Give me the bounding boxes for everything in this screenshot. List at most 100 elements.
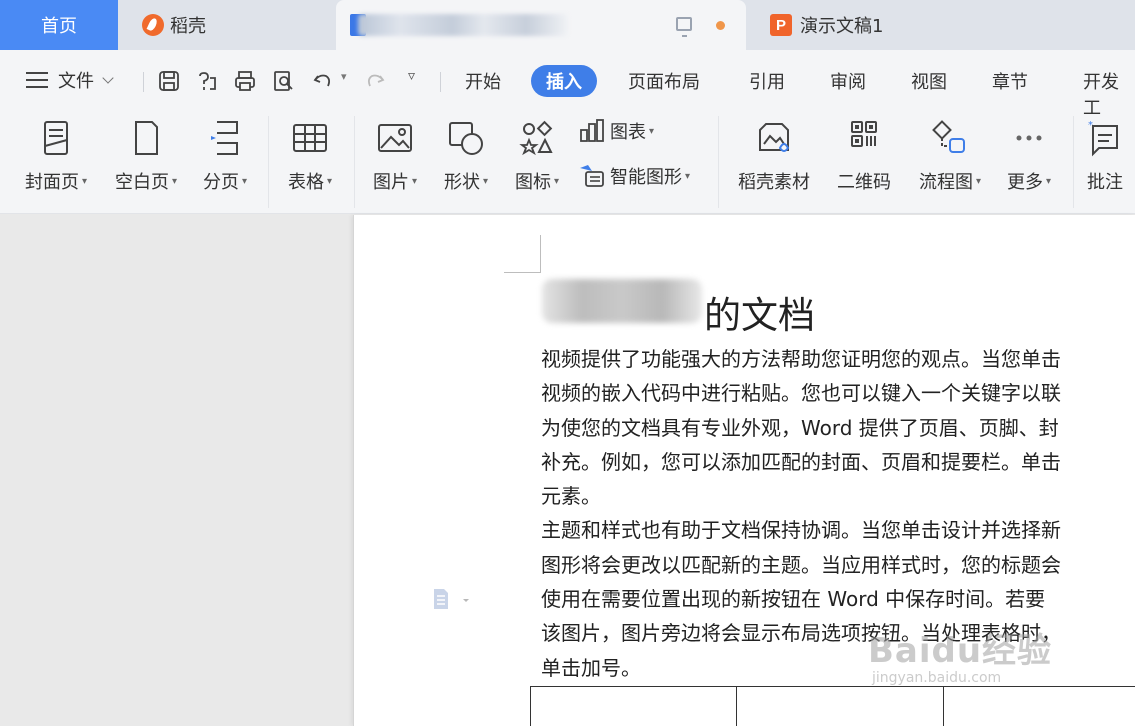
shape-label: 形状 — [443, 172, 480, 193]
separator — [440, 72, 441, 92]
daoke-material-button[interactable]: 稻壳素材 — [728, 116, 820, 194]
watermark-url: jingyan.baidu.com — [872, 670, 1002, 686]
qrcode-button[interactable]: 二维码 — [828, 116, 900, 194]
body-line: 使用在需要位置出现的新按钮在 Word 中保存时间。若要 — [541, 587, 1046, 612]
table-button[interactable]: 表格 ▾ — [278, 116, 342, 194]
more-button[interactable]: 更多 ▾ — [998, 116, 1060, 194]
tab-daoke[interactable]: 稻壳 — [124, 0, 330, 50]
redo-icon — [364, 70, 386, 92]
format-painter-icon[interactable] — [196, 70, 218, 92]
svg-text:*: * — [1088, 120, 1093, 131]
watermark-brand: Baidu经验 — [868, 631, 1053, 671]
body-line: 视频提供了功能强大的方法帮助您证明您的观点。当您单击 — [541, 347, 1061, 371]
margin-mark — [540, 235, 541, 273]
baidu-watermark: Baidu经验 jingyan.baidu.com — [868, 623, 1052, 686]
print-preview-icon[interactable] — [272, 70, 294, 92]
cover-page-button[interactable]: 封面页 ▾ — [16, 116, 96, 194]
presentation-icon: P — [770, 14, 792, 36]
table-icon — [293, 124, 327, 152]
paragraph-layout-button[interactable] — [432, 587, 472, 617]
paragraph-layout-icon — [434, 589, 469, 609]
toolbar: 文件 ▾ ▿ 开始 插入 页面布局 引用 审阅 视图 章节 开发工 封面页 ▾ … — [0, 50, 1135, 214]
icon-button[interactable]: 图标 ▾ — [505, 116, 569, 194]
picture-button[interactable]: 图片 ▾ — [363, 116, 427, 194]
tab-current-document[interactable] — [336, 0, 746, 50]
tab-daoke-label: 稻壳 — [170, 16, 206, 37]
tab-sections[interactable]: 章节 — [977, 65, 1043, 97]
tab-home[interactable]: 首页 — [0, 0, 118, 50]
tab-bar: 首页 稻壳 P 演示文稿1 — [0, 0, 1135, 50]
tab-start[interactable]: 开始 — [450, 65, 516, 97]
page-break-label: 分页 — [202, 172, 239, 193]
material-label: 稻壳素材 — [738, 172, 810, 193]
blank-page-label: 空白页 — [114, 172, 169, 193]
daoke-logo-icon — [142, 14, 164, 36]
qrcode-icon — [851, 121, 877, 147]
table-cell[interactable] — [529, 686, 738, 726]
smart-graphic-icon — [580, 165, 604, 187]
body-line: 补充。例如，您可以添加匹配的封面、页眉和提要栏。单击 — [541, 449, 1061, 474]
separator — [268, 116, 269, 208]
undo-icon[interactable] — [312, 70, 334, 92]
body-line: 主题和样式也有助于文档保持协调。当您单击设计并选择新 — [541, 518, 1061, 543]
customize-toolbar-icon[interactable]: ▿ — [408, 68, 415, 84]
separator — [143, 72, 144, 92]
tab-review[interactable]: 审阅 — [815, 65, 881, 97]
tab-references[interactable]: 引用 — [734, 65, 800, 97]
material-icon — [759, 123, 790, 152]
smart-graphic-label: 智能图形 — [610, 167, 682, 188]
cover-page-icon — [44, 121, 68, 155]
blurred-title-text — [542, 279, 702, 323]
body-line: 图形将会更改以匹配新的主题。当应用样式时，您的标题会 — [541, 552, 1061, 577]
table-cell[interactable] — [736, 686, 944, 726]
shape-icon — [449, 122, 483, 155]
separator — [354, 116, 355, 208]
chart-icon — [580, 119, 604, 142]
separator — [718, 116, 719, 208]
file-menu[interactable]: 文件 — [58, 67, 114, 93]
comment-button[interactable]: * 批注 — [1078, 116, 1132, 194]
icon-label: 图标 — [514, 172, 551, 193]
body-line: 元素。 — [541, 484, 601, 509]
comment-icon: * — [1088, 120, 1118, 157]
tab-home-label: 首页 — [41, 16, 77, 37]
separator — [1073, 116, 1074, 208]
comment-label: 批注 — [1087, 172, 1123, 193]
chart-label: 图表 — [610, 122, 646, 143]
flowchart-icon — [932, 120, 965, 153]
tab-page-layout[interactable]: 页面布局 — [613, 65, 715, 97]
qrcode-label: 二维码 — [837, 172, 891, 193]
smart-graphic-button[interactable]: 智能图形 ▾ — [578, 163, 690, 189]
flowchart-label: 流程图 — [918, 172, 973, 193]
margin-mark — [504, 272, 541, 273]
undo-dropdown-icon[interactable]: ▾ — [341, 70, 347, 83]
tab-presentation[interactable]: P 演示文稿1 — [752, 0, 1135, 50]
page-break-button[interactable]: 分页 ▾ — [193, 116, 257, 194]
picture-icon — [378, 124, 412, 152]
table-label: 表格 — [287, 172, 324, 193]
document-title[interactable]: 的文档 — [704, 285, 815, 339]
save-icon[interactable] — [158, 70, 180, 92]
screen-icon[interactable] — [676, 17, 692, 37]
chart-button[interactable]: 图表 ▾ — [578, 118, 654, 144]
table-cell[interactable] — [942, 686, 1135, 726]
body-line: 视频的嵌入代码中进行粘贴。您也可以键入一个关键字以联 — [541, 381, 1061, 406]
blank-page-icon — [135, 121, 158, 155]
page-break-icon — [211, 121, 238, 155]
hamburger-menu-icon[interactable] — [26, 72, 48, 88]
more-label: 更多 — [1006, 172, 1043, 193]
ribbon-insert: 封面页 ▾ 空白页 ▾ 分页 ▾ 表格 ▾ 图片 ▾ 形状 ▾ 图标 ▾ 图表 … — [0, 110, 1135, 214]
chevron-down-icon — [102, 72, 114, 84]
tab-insert[interactable]: 插入 — [531, 65, 597, 97]
print-icon[interactable] — [234, 70, 256, 92]
blank-page-button[interactable]: 空白页 ▾ — [106, 116, 186, 194]
tab-presentation-label: 演示文稿1 — [800, 16, 884, 37]
icons-library-icon — [519, 120, 553, 156]
flowchart-button[interactable]: 流程图 ▾ — [906, 116, 994, 194]
document-table[interactable] — [529, 686, 1135, 726]
shape-button[interactable]: 形状 ▾ — [434, 116, 498, 194]
blurred-document-name — [358, 14, 568, 36]
tab-view[interactable]: 视图 — [896, 65, 962, 97]
file-menu-label: 文件 — [58, 71, 94, 92]
picture-label: 图片 — [372, 172, 409, 193]
